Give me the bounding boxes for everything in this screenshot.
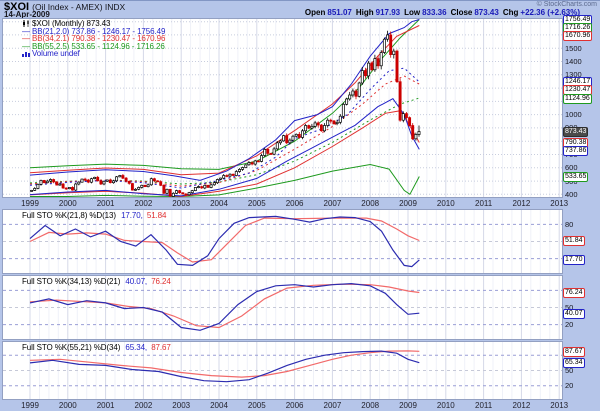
year-label: 2000: [59, 401, 77, 410]
year-label: 2012: [512, 199, 530, 208]
indicator-value-badge: 533.65: [563, 172, 588, 182]
year-label: 2007: [323, 401, 341, 410]
ohlc-quote-bar: Open851.07 High917.93 Low833.36 Close873.43…: [305, 8, 584, 17]
stochastic-panel-1: Full STO %K(21,8) %D(13) 17.70, 51.84: [3, 210, 562, 273]
line-icon: —: [22, 43, 32, 51]
quote-high-label: High: [356, 8, 374, 17]
year-label: 2008: [361, 401, 379, 410]
y-axis-tick-label: 20: [565, 320, 573, 329]
main-chart-legend: $XOI (Monthly) 873.43—BB(21,2.0) 737.86 …: [22, 20, 165, 58]
date-axis-main: 1999 2000 2001 2002 2003 2004 2005 2006 2007 2008…: [3, 197, 562, 210]
sto1-legend: Full STO %K(21,8) %D(13) 17.70, 51.84: [22, 211, 166, 220]
year-label: 2008: [361, 199, 379, 208]
year-label: 2010: [437, 401, 455, 410]
quote-close-value: 873.43: [474, 8, 498, 17]
sto1-k-value: 17.70,: [121, 211, 143, 220]
indicator-value-badge: 737.86: [563, 146, 588, 156]
stochastic-panel-3: Full STO %K(55,21) %D(34) 65.34, 87.67: [3, 342, 562, 399]
indicator-value-badge: 65.34: [563, 358, 585, 368]
indicator-value-badge: 1124.96: [563, 94, 592, 104]
year-label: 2012: [512, 401, 530, 410]
year-label: 2010: [437, 199, 455, 208]
indicator-value-badge: 1670.96: [563, 31, 592, 41]
year-label: 2006: [286, 199, 304, 208]
year-label: 2005: [248, 401, 266, 410]
year-label: 2007: [323, 199, 341, 208]
date-axis-bottom: 1999 2000 2001 2002 2003 2004 2005 2006 2007 2008…: [3, 399, 562, 411]
chart-date: 14-Apr-2009: [4, 10, 50, 19]
quote-open-value: 851.07: [327, 8, 351, 17]
year-label: 1999: [21, 199, 39, 208]
legend-text: Volume undef: [32, 49, 80, 58]
indicator-value-badge: 40.07: [563, 309, 585, 319]
year-label: 2004: [210, 199, 228, 208]
quote-high-value: 917.93: [376, 8, 400, 17]
sto2-k-value: 40.07,: [125, 277, 147, 286]
y-axis-tick-label: 1000: [565, 110, 582, 119]
year-label: 2001: [97, 199, 115, 208]
year-label: 2002: [134, 401, 152, 410]
sto1-d-value: 51.84: [147, 211, 167, 220]
quote-close-label: Close: [451, 8, 473, 17]
sto3-k-value: 65.34,: [125, 343, 147, 352]
sto3-d-value: 87.67: [151, 343, 171, 352]
indicator-value-badge: 17.70: [563, 255, 585, 265]
year-label: 2011: [475, 199, 492, 208]
year-label: 2006: [286, 401, 304, 410]
quote-open-label: Open: [305, 8, 325, 17]
year-label: 2001: [97, 401, 115, 410]
sto3-legend: Full STO %K(55,21) %D(34) 65.34, 87.67: [22, 343, 171, 352]
year-label: 2011: [475, 401, 492, 410]
y-axis-tick-label: 1400: [565, 57, 582, 66]
year-label: 2009: [399, 199, 417, 208]
year-label: 1999: [21, 401, 39, 410]
y-axis-tick-label: 400: [565, 190, 578, 199]
indicator-value-badge: 51.84: [563, 236, 585, 246]
year-label: 2005: [248, 199, 266, 208]
quote-low-label: Low: [404, 8, 420, 17]
sto2-legend: Full STO %K(34,13) %D(21) 40.07, 76.24: [22, 277, 171, 286]
last-price-badge: 873.43: [563, 127, 588, 137]
y-axis-tick-label: 600: [565, 163, 578, 172]
indicator-value-badge: 76.24: [563, 288, 585, 298]
year-label: 2003: [172, 199, 190, 208]
y-axis-tick-label: 80: [565, 220, 573, 229]
indicator-value-badge: 87.67: [563, 347, 585, 357]
year-label: 2009: [399, 401, 417, 410]
year-label: 2004: [210, 401, 228, 410]
quote-low-value: 833.36: [422, 8, 446, 17]
y-axis-tick-label: 20: [565, 381, 573, 390]
year-label: 2000: [59, 199, 77, 208]
main-price-chart: $XOI (Monthly) 873.43—BB(21,2.0) 737.86 …: [3, 19, 562, 197]
stochastic-panel-2: Full STO %K(34,13) %D(21) 40.07, 76.24: [3, 276, 562, 339]
volume-icon: [22, 50, 32, 58]
sto1-label: Full STO %K(21,8) %D(13): [22, 211, 116, 220]
legend-item-volume: Volume undef: [22, 50, 165, 58]
year-label: 2002: [134, 199, 152, 208]
sto2-label: Full STO %K(34,13) %D(21): [22, 277, 120, 286]
stockcharts-chart-page: $XOI (Oil Index - AMEX) INDX 14-Apr-2009…: [0, 0, 600, 411]
sto2-d-value: 76.24: [151, 277, 171, 286]
y-axis-tick-label: 1500: [565, 44, 582, 53]
sto3-label: Full STO %K(55,21) %D(34): [22, 343, 120, 352]
year-label: 2003: [172, 401, 190, 410]
quote-chg-label: Chg: [503, 8, 519, 17]
right-axis-labels: 4005006007009001000120013001400150016001…: [563, 1, 600, 411]
